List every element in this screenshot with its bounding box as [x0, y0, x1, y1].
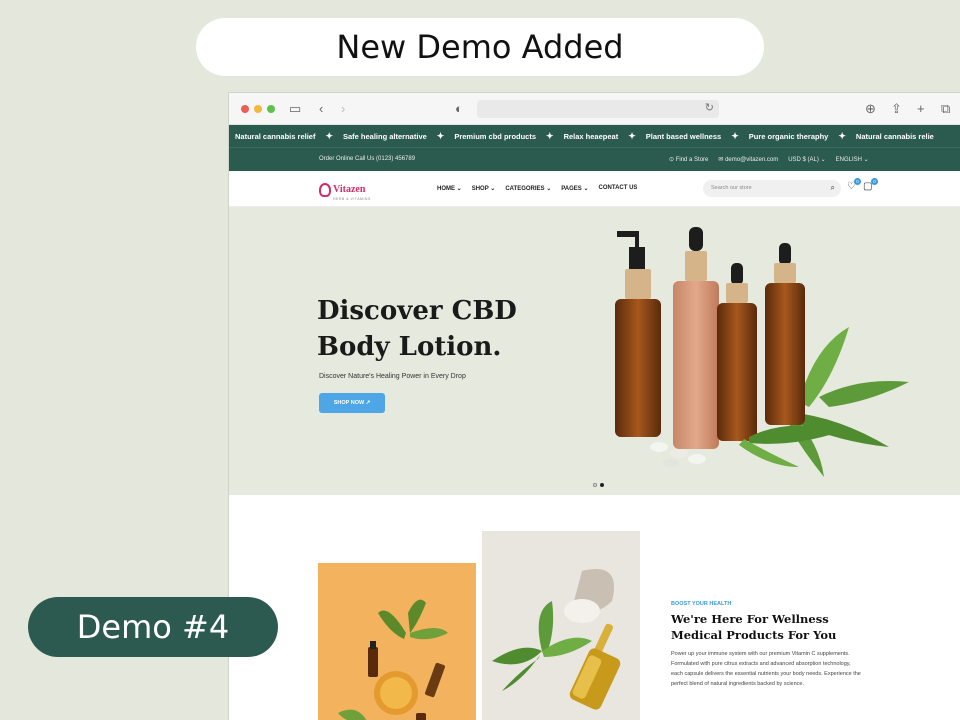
- address-bar[interactable]: ↻: [477, 100, 719, 118]
- menu-pages[interactable]: PAGES ⌄: [561, 185, 588, 192]
- browser-window: ▭ ‹ › ◐ ↻ ⊕ ⇪ + ⧉ Natural cannabis relie…: [228, 92, 960, 720]
- currency-label: USD $ (AL): [788, 157, 819, 163]
- search-icon[interactable]: ⌕: [831, 183, 835, 193]
- new-tab-icon[interactable]: +: [917, 100, 925, 118]
- find-store-link[interactable]: ⊙ Find a Store: [669, 156, 708, 163]
- sparkle-icon: ✦: [546, 130, 554, 141]
- sparkle-icon: ✦: [731, 130, 739, 141]
- tabs-overview-icon[interactable]: ⧉: [941, 100, 950, 118]
- language-select[interactable]: ENGLISH ⌄: [836, 156, 869, 163]
- new-demo-banner: New Demo Added: [196, 18, 764, 76]
- wishlist-count-badge: 0: [854, 178, 861, 185]
- search-placeholder: Search our store: [711, 185, 752, 191]
- browser-toolbar: ▭ ‹ › ◐ ↻ ⊕ ⇪ + ⧉: [229, 93, 960, 125]
- order-phone: Order Online Call Us (0123) 456789: [319, 156, 416, 162]
- slider-pagination: [593, 483, 604, 487]
- location-icon: ⊙: [669, 157, 676, 163]
- cbd-dropper-image: [482, 531, 640, 720]
- ticker-bar: Natural cannabis relief ✦ Safe healing al…: [229, 125, 960, 147]
- main-menu: HOME ⌄ SHOP ⌄ CATEGORIES ⌄ PAGES ⌄ CONTA…: [437, 185, 637, 192]
- ticker-item: Natural cannabis relief: [235, 131, 316, 141]
- about-section: BOOST YOUR HEALTH We're Here For Wellnes…: [229, 495, 960, 720]
- email-label: demo@vitazen.com: [725, 157, 779, 163]
- ticker-item: Relax heaepeat: [563, 131, 619, 141]
- sparkle-icon: ✦: [628, 130, 636, 141]
- shield-icon[interactable]: ◐: [455, 100, 463, 118]
- close-window-button[interactable]: [241, 105, 249, 113]
- shop-now-button[interactable]: SHOP NOW ↗: [319, 393, 385, 413]
- download-icon[interactable]: ⊕: [865, 100, 876, 118]
- ticker-item: Pure organic theraphy: [748, 131, 829, 141]
- share-icon[interactable]: ⇪: [891, 100, 902, 118]
- site-logo[interactable]: Vitazen HERB & VITAMINS: [319, 179, 371, 201]
- maximize-window-button[interactable]: [267, 105, 275, 113]
- logo-mark-icon: [319, 183, 331, 197]
- minimize-window-button[interactable]: [254, 105, 262, 113]
- slide-dot-active[interactable]: [600, 483, 604, 487]
- email-link[interactable]: ✉ demo@vitazen.com: [718, 156, 778, 163]
- sparkle-icon: ✦: [325, 130, 333, 141]
- hero-title: Discover CBD Body Lotion.: [317, 296, 517, 362]
- chevron-down-icon: ⌄: [583, 186, 589, 192]
- demo-label: Demo #4: [28, 597, 278, 657]
- menu-contact[interactable]: CONTACT US: [599, 185, 638, 192]
- menu-home[interactable]: HOME ⌄: [437, 185, 462, 192]
- section-title: We're Here For Wellness Medical Products…: [671, 612, 837, 642]
- slide-dot[interactable]: [593, 483, 597, 487]
- chevron-down-icon: ⌄: [546, 186, 552, 192]
- logo-tagline: HERB & VITAMINS: [333, 197, 371, 201]
- chevron-down-icon: ⌄: [820, 157, 826, 163]
- sidebar-icon[interactable]: ▭: [289, 100, 301, 118]
- oils-flatlay-image: [318, 563, 476, 720]
- hero-section: Discover CBD Body Lotion. Discover Natur…: [229, 207, 960, 495]
- menu-shop-label: SHOP: [471, 186, 489, 192]
- chevron-down-icon: ⌄: [863, 157, 869, 163]
- back-icon[interactable]: ‹: [319, 100, 323, 118]
- menu-pages-label: PAGES: [561, 186, 582, 192]
- utility-bar: Order Online Call Us (0123) 456789 ⊙ Fin…: [229, 147, 960, 171]
- section-body: Power up your immune system with our pre…: [671, 651, 861, 687]
- section-eyebrow: BOOST YOUR HEALTH: [671, 601, 732, 607]
- ticker-item: Safe healing alternative: [343, 131, 427, 141]
- ticker-item: Premium cbd products: [454, 131, 537, 141]
- currency-select[interactable]: USD $ (AL) ⌄: [788, 156, 825, 163]
- menu-categories-label: CATEGORIES: [505, 186, 545, 192]
- menu-home-label: HOME: [437, 186, 455, 192]
- menu-shop[interactable]: SHOP ⌄: [472, 185, 496, 192]
- sparkle-icon: ✦: [838, 130, 846, 141]
- search-input[interactable]: Search our store ⌕: [703, 180, 841, 197]
- menu-contact-label: CONTACT US: [598, 185, 638, 191]
- find-store-label: Find a Store: [675, 157, 709, 163]
- cart-count-badge: 0: [871, 178, 878, 185]
- language-label: ENGLISH: [835, 157, 862, 163]
- logo-text: Vitazen: [333, 184, 366, 195]
- chevron-down-icon: ⌄: [456, 186, 462, 192]
- chevron-down-icon: ⌄: [490, 186, 496, 192]
- menu-categories[interactable]: CATEGORIES ⌄: [505, 185, 551, 192]
- hero-subtitle: Discover Nature's Healing Power in Every…: [319, 373, 466, 380]
- ticker-item: Plant based wellness: [645, 131, 722, 141]
- forward-icon[interactable]: ›: [341, 100, 345, 118]
- sparkle-icon: ✦: [436, 130, 445, 141]
- product-bottles-image: [615, 227, 909, 477]
- ticker-item: Natural cannabis relie: [855, 131, 934, 141]
- reload-icon[interactable]: ↻: [705, 101, 714, 114]
- main-header: Vitazen HERB & VITAMINS HOME ⌄ SHOP ⌄ CAT…: [229, 171, 960, 207]
